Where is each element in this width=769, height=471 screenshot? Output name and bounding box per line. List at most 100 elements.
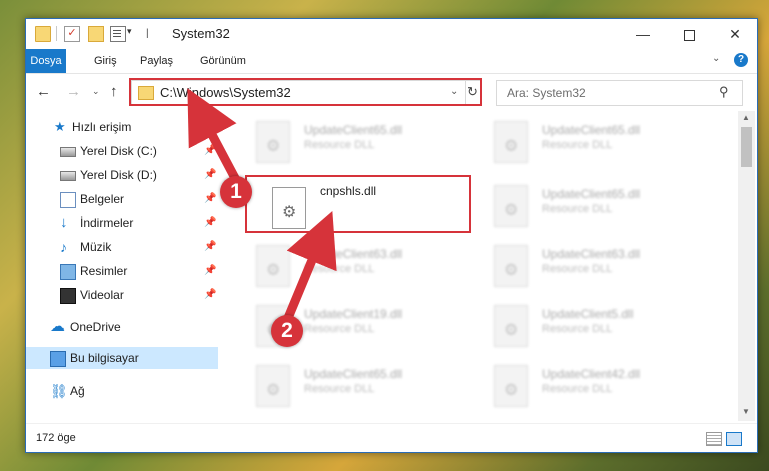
step-badge-1: 1 [220,176,252,208]
file-item[interactable]: UpdateClient65.dll Resource DLL [246,117,476,167]
file-type: Resource DLL [304,323,375,335]
ribbon-tabs: Dosya Giriş Paylaş Görünüm ⌄ ? [26,49,757,74]
pin-icon[interactable]: 📌 [204,188,216,210]
dll-file-icon [256,365,290,407]
search-input[interactable]: Ara: System32 ⚲ [496,80,743,106]
folder-icon[interactable] [35,26,51,42]
sidebar-item-onedrive[interactable]: ☁ OneDrive [26,316,218,338]
rename-icon[interactable] [110,26,126,42]
large-icons-view-icon[interactable] [726,432,742,446]
maximize-button[interactable] [666,19,712,49]
sidebar-item-label: Bu bilgisayar [70,351,139,365]
forward-button[interactable]: → [66,83,81,100]
scroll-up-icon[interactable]: ▲ [742,113,750,122]
file-item[interactable]: UpdateClient65.dll Resource DLL [484,117,714,167]
scroll-down-icon[interactable]: ▼ [742,407,750,416]
sidebar-item-disk-d[interactable]: Yerel Disk (D:) 📌 [26,164,218,186]
download-icon: ↓ [60,214,68,231]
sidebar-item-downloads[interactable]: ↓ İndirmeler 📌 [26,212,218,234]
file-name: UpdateClient42.dll [542,367,641,381]
file-item[interactable]: UpdateClient63.dll Resource DLL [484,241,714,291]
file-item[interactable]: UpdateClient5.dll Resource DLL [484,301,714,351]
dll-file-icon [256,121,290,163]
file-item[interactable]: UpdateClient42.dll Resource DLL [484,361,714,411]
quick-access-dropdown-icon[interactable]: ▾ [127,26,132,37]
picture-icon [60,264,76,280]
sidebar-item-this-pc[interactable]: Bu bilgisayar [26,347,218,369]
sidebar-item-pictures[interactable]: Resimler 📌 [26,260,218,282]
file-name: UpdateClient63.dll [542,247,641,261]
dll-file-icon [494,305,528,347]
up-button[interactable]: ↑ [110,83,118,100]
tab-view[interactable]: Görünüm [192,49,254,73]
cloud-icon: ☁ [50,318,65,335]
navigation-bar: ← → ⌄ ↑ C:\Windows\System32 ⌄ ↻ Ara: Sys… [26,74,757,110]
file-type: Resource DLL [542,203,613,215]
dll-file-icon [494,365,528,407]
address-highlight [129,78,482,106]
search-placeholder: Ara: System32 [507,86,586,100]
new-folder-icon[interactable] [88,26,104,42]
properties-check-icon[interactable]: ✓ [64,26,80,42]
back-button[interactable]: ← [36,83,51,100]
sidebar-item-label: Ağ [70,384,85,398]
divider [56,26,57,41]
file-name: UpdateClient65.dll [542,123,641,137]
file-type: Resource DLL [304,383,375,395]
scroll-thumb[interactable] [741,127,752,167]
music-icon: ♪ [60,239,67,255]
file-item[interactable]: UpdateClient65.dll Resource DLL [246,361,476,411]
status-bar: 172 öge [26,423,757,452]
sidebar-item-label: İndirmeler [80,216,134,230]
tab-share[interactable]: Paylaş [132,49,181,73]
expand-ribbon-icon[interactable]: ⌄ [712,53,720,64]
sidebar-item-quick-access[interactable]: ★ Hızlı erişim [26,116,218,138]
document-icon [60,192,76,208]
title-bar: ✓ ▾ | System32 — ✕ [26,19,757,49]
tab-file[interactable]: Dosya [26,49,66,73]
sidebar-item-music[interactable]: ♪ Müzik 📌 [26,236,218,258]
sidebar-item-network[interactable]: ⛓ Ağ [26,380,218,402]
file-name: UpdateClient19.dll [304,307,403,321]
file-name: UpdateClient65.dll [304,367,403,381]
file-name: UpdateClient65.dll [542,187,641,201]
file-highlight [245,175,471,233]
explorer-window: ✓ ▾ | System32 — ✕ Dosya Giriş Paylaş Gö… [25,18,758,453]
navigation-pane: ★ Hızlı erişim Yerel Disk (C:) 📌 Yerel D… [26,111,218,421]
sidebar-item-label: OneDrive [70,320,121,334]
title-separator: | [146,28,149,39]
file-type: Resource DLL [542,323,613,335]
file-item[interactable]: UpdateClient63.dll Resource DLL [246,241,476,291]
vertical-scrollbar[interactable]: ▲ ▼ [738,111,755,421]
tab-home[interactable]: Giriş [86,49,125,73]
network-icon: ⛓ [50,383,68,399]
file-type: Resource DLL [304,263,375,275]
file-type: Resource DLL [304,139,375,151]
minimize-button[interactable]: — [620,19,666,49]
sidebar-item-label: Müzik [80,240,112,254]
maximize-icon [683,29,695,41]
pin-icon[interactable]: 📌 [204,236,216,258]
search-icon[interactable]: ⚲ [719,84,729,100]
sidebar-item-videos[interactable]: Videolar 📌 [26,284,218,306]
pin-icon[interactable]: 📌 [204,212,216,234]
sidebar-item-documents[interactable]: Belgeler 📌 [26,188,218,210]
disk-icon [60,147,76,157]
pin-icon[interactable]: 📌 [204,260,216,282]
sidebar-item-label: Yerel Disk (C:) [80,144,157,158]
disk-icon [60,171,76,181]
help-icon[interactable]: ? [734,53,748,67]
window-title: System32 [172,26,230,41]
sidebar-item-disk-c[interactable]: Yerel Disk (C:) 📌 [26,140,218,162]
pin-icon[interactable]: 📌 [204,164,216,186]
close-button[interactable]: ✕ [712,19,758,49]
pin-icon[interactable]: 📌 [204,284,216,306]
file-item[interactable]: UpdateClient65.dll Resource DLL [484,181,714,231]
details-view-icon[interactable] [706,432,722,446]
file-name: UpdateClient63.dll [304,247,403,261]
step-badge-2: 2 [271,315,303,347]
dll-file-icon [494,185,528,227]
recent-locations-icon[interactable]: ⌄ [92,86,100,97]
computer-icon [50,351,66,367]
pin-icon[interactable]: 📌 [204,140,216,162]
